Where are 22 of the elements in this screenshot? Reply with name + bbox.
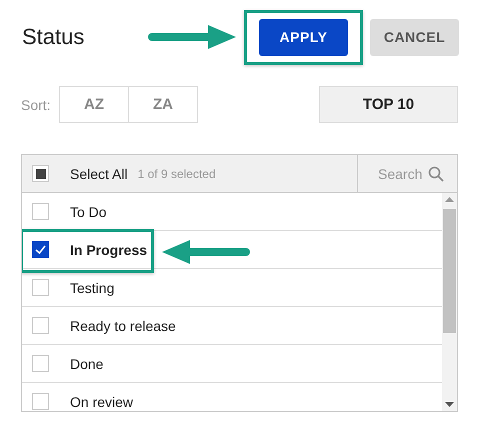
- search-field[interactable]: Search: [378, 166, 422, 182]
- scroll-down-icon[interactable]: [445, 402, 454, 407]
- top-ten-button[interactable]: TOP 10: [319, 86, 458, 123]
- selection-count: 1 of 9 selected: [138, 166, 216, 180]
- status-option[interactable]: Ready to release: [70, 318, 176, 334]
- check-icon: [34, 243, 47, 256]
- sort-button[interactable]: ZA: [129, 86, 198, 123]
- checkbox[interactable]: [32, 241, 49, 258]
- status-option[interactable]: Testing: [70, 280, 114, 296]
- sort-button[interactable]: AZ: [59, 86, 129, 123]
- sort-label: Sort:: [21, 96, 52, 112]
- apply-button[interactable]: APPLY: [259, 18, 348, 56]
- scroll-up-icon[interactable]: [445, 197, 454, 202]
- panel-title: Status: [22, 24, 86, 50]
- select-all-label[interactable]: Select All: [70, 166, 128, 182]
- status-option[interactable]: To Do: [70, 204, 107, 220]
- status-option[interactable]: Done: [70, 356, 104, 372]
- status-option[interactable]: In Progress: [70, 242, 148, 258]
- search-icon: [428, 166, 444, 182]
- status-option[interactable]: On review: [70, 394, 134, 410]
- scrollbar[interactable]: [442, 193, 457, 411]
- cancel-button[interactable]: CANCEL: [370, 18, 459, 56]
